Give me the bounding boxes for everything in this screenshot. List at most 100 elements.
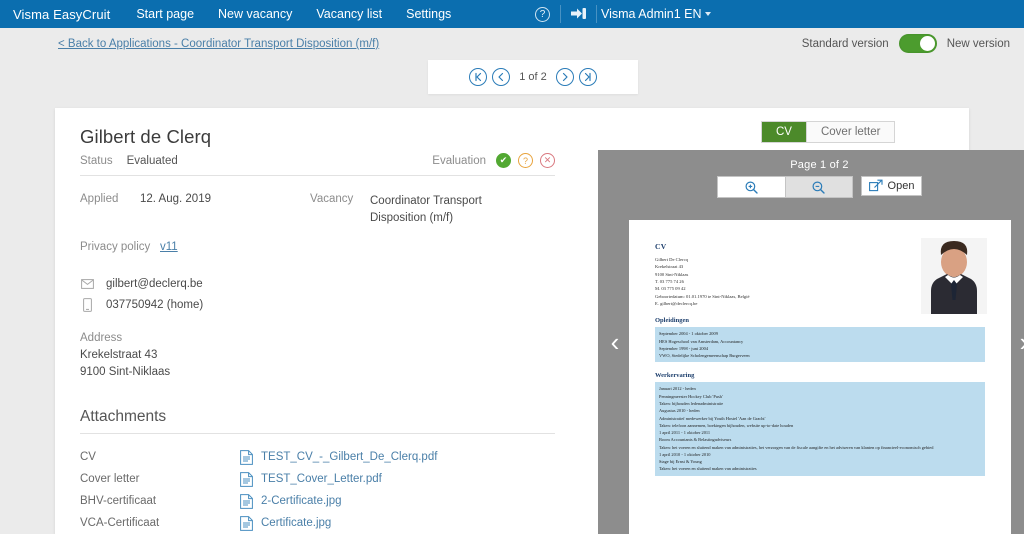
question-circle-icon[interactable]: ? [535,6,550,22]
cv-section-body: Januari 2012 - heden Penningmeester Hock… [655,382,985,476]
open-button-label: Open [887,180,915,192]
address-line-1: Krekelstraat 43 [80,349,158,362]
open-document-button[interactable]: Open [860,176,923,196]
attachment-type: Cover letter [80,473,140,486]
status-badge: Evaluated [126,154,178,167]
question-icon[interactable]: ? [518,153,533,168]
zoom-out-icon[interactable] [784,177,852,197]
vacancy-value: Coordinator Transport Disposition (m/f) [370,195,482,224]
attachment-type: BHV-certificaat [80,495,157,508]
user-menu[interactable]: Visma Admin1 EN [597,7,723,21]
cv-section-body: September 2004 - 1 oktober 2009 HES Hoge… [655,327,985,363]
sub-header-bar: < Back to Applications - Coordinator Tra… [0,28,1024,60]
applied-field: Applied 12. Aug. 2019 [80,193,310,226]
applied-value: 12. Aug. 2019 [140,193,211,205]
privacy-policy-row: Privacy policy v11 [80,241,555,253]
attachment-filename: TEST_Cover_Letter.pdf [261,473,382,486]
new-version-label: New version [946,37,1010,50]
privacy-policy-link[interactable]: v11 [160,241,178,253]
attachment-filename: 2-Certificate.jpg [261,495,342,508]
attachment-link[interactable]: TEST_Cover_Letter.pdf [240,471,382,487]
phone-value: 037750942 (home) [106,298,204,311]
applicant-pagination: 1 of 2 [428,60,638,94]
email-row: gilbert@declerq.be [80,273,555,294]
attachment-link[interactable]: TEST_CV_-_Gilbert_De_Clerq.pdf [240,449,438,465]
first-page-icon[interactable] [469,68,488,86]
toggle-knob [919,36,935,51]
user-menu-label: Visma Admin1 EN [601,7,702,21]
attachments-heading: Attachments [80,408,555,435]
top-navigation-bar: Visma EasyCruit Start page New vacancy V… [0,0,1024,28]
document-tabs: CV Cover letter [761,121,896,143]
envelope-icon [80,278,94,289]
evaluation-group: Evaluation ✔ ? ✕ [432,153,555,168]
document-preview: Page 1 of 2 Open CV Gilbert De Clercq Kr… [598,150,1024,534]
breadcrumb-back-link[interactable]: < Back to Applications - Coordinator Tra… [58,38,379,50]
cv-document-content: CV Gilbert De Clercq Krekelstraat 43 910… [629,220,1011,476]
viewer-toolbar: Open [598,176,1024,198]
document-icon [240,493,253,509]
nav-item-start-page[interactable]: Start page [124,0,206,28]
mobile-phone-icon [80,297,94,312]
evaluation-label: Evaluation [432,154,486,167]
document-icon [240,449,253,465]
cross-icon[interactable]: ✕ [540,153,555,168]
standard-version-label: Standard version [801,37,889,50]
vacancy-label: Vacancy [310,193,354,205]
table-row: VCA-Certificaat Certificate.jpg [80,512,555,534]
cv-section-heading: Werkervaring [655,372,695,380]
last-page-icon[interactable] [578,68,597,86]
nav-item-settings[interactable]: Settings [394,0,463,28]
chevron-left-icon[interactable]: ‹ [598,150,632,534]
chevron-down-icon [704,12,711,16]
table-row: BHV-certificaat 2-Certificate.jpg [80,490,555,512]
attachment-type: CV [80,451,96,464]
applied-label: Applied [80,193,119,205]
attachment-link[interactable]: Certificate.jpg [240,515,332,531]
next-page-icon[interactable] [555,68,574,86]
zoom-in-icon[interactable] [717,177,785,197]
document-icon [240,471,253,487]
version-switch-group: Standard version New version [802,34,1010,53]
tab-cover-letter[interactable]: Cover letter [806,122,895,142]
cv-document-page[interactable]: CV Gilbert De Clercq Krekelstraat 43 910… [629,220,1011,534]
external-link-icon [868,179,883,192]
table-row: Cover letter TEST_Cover_Letter.pdf [80,468,555,490]
vacancy-field: Vacancy Coordinator Transport Dispositio… [310,193,520,226]
logout-icon[interactable] [570,7,587,21]
candidate-photo [921,238,987,314]
nav-item-new-vacancy[interactable]: New vacancy [206,0,304,28]
attachment-filename: Certificate.jpg [261,517,332,530]
attachment-type: VCA-Certificaat [80,517,160,530]
page-title: Gilbert de Clerq [80,126,212,147]
nav-item-vacancy-list[interactable]: Vacancy list [304,0,394,28]
status-row: Status Evaluated Evaluation ✔ ? ✕ [80,153,555,176]
attachment-link[interactable]: 2-Certificate.jpg [240,493,342,509]
document-viewer-column: CV Cover letter Page 1 of 2 Open CV Gilb… [580,108,1024,534]
phone-row: 037750942 (home) [80,294,555,315]
meta-row: Applied 12. Aug. 2019 Vacancy Coordinato… [80,193,555,226]
email-value[interactable]: gilbert@declerq.be [106,278,203,290]
attachment-filename: TEST_CV_-_Gilbert_De_Clerq.pdf [261,451,438,464]
page-indicator: Page 1 of 2 [790,159,849,171]
application-panel: Gilbert de Clerq Status Evaluated Evalua… [55,108,1024,534]
top-nav-right-group: ? Visma Admin1 EN [525,0,914,28]
contact-block: gilbert@declerq.be 037750942 (home) [80,273,555,315]
pagination-position: 1 of 2 [519,71,547,83]
app-brand[interactable]: Visma EasyCruit [0,7,124,22]
tab-cv[interactable]: CV [762,122,807,142]
attachments-table: CV TEST_CV_-_Gilbert_De_Clerq.pdf Cover … [80,446,555,534]
pagination-wrapper: 1 of 2 [0,60,1024,94]
previous-page-icon[interactable] [492,68,511,86]
cv-section-heading: Opleidingen [655,317,689,325]
address-block: Address Krekelstraat 43 9100 Sint-Niklaa… [80,330,555,380]
check-icon[interactable]: ✔ [496,153,511,168]
address-label: Address [80,332,123,345]
document-icon [240,515,253,531]
address-line-2: 9100 Sint-Niklaas [80,365,171,378]
table-row: CV TEST_CV_-_Gilbert_De_Clerq.pdf [80,446,555,468]
applicant-details-column: Gilbert de Clerq Status Evaluated Evalua… [55,108,580,534]
zoom-button-group [716,176,853,198]
chevron-right-icon[interactable]: › [1007,150,1024,534]
version-toggle[interactable] [898,34,937,53]
